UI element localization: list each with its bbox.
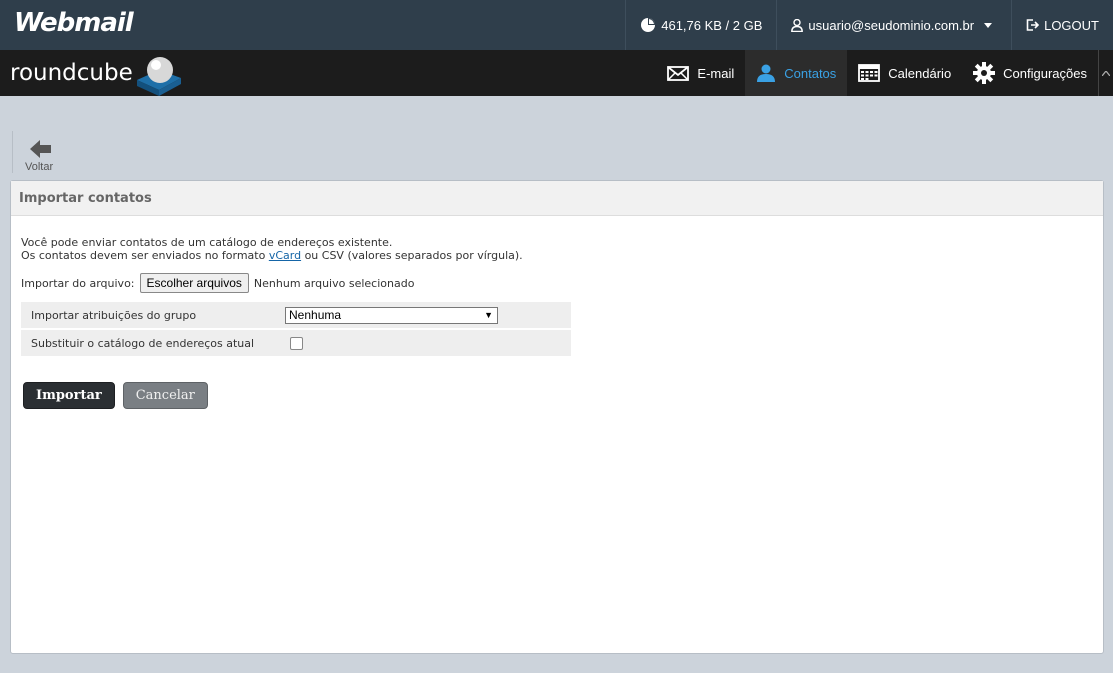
user-email: usuario@seudominio.com.br: [808, 17, 975, 33]
calendar-icon: [858, 64, 881, 82]
envelope-icon: [667, 65, 690, 81]
nav-settings[interactable]: Configurações: [962, 50, 1098, 96]
file-status: Nenhum arquivo selecionado: [253, 276, 415, 290]
import-button[interactable]: Importar: [23, 382, 115, 409]
nav-email-label: E-mail: [697, 65, 735, 81]
nav-settings-label: Configurações: [1003, 65, 1087, 81]
group-assignment-label: Importar atribuições do grupo: [31, 308, 197, 322]
logout-label: LOGOUT: [1044, 17, 1099, 33]
nav-items: E-mail Contatos Calendário Configurações: [656, 50, 1113, 96]
file-row: Importar do arquivo: Escolher arquivos N…: [21, 273, 414, 293]
logout-icon: [1026, 19, 1040, 31]
description-line-1: Você pode enviar contatos de um catálogo…: [21, 236, 393, 249]
quota-indicator: 461,76 KB / 2 GB: [625, 0, 776, 50]
person-icon: [757, 64, 776, 82]
group-assignment-select[interactable]: Nenhuma ▼: [285, 306, 498, 324]
form-buttons: Importar Cancelar: [23, 382, 208, 409]
choose-file-button[interactable]: Escolher arquivos: [139, 273, 249, 293]
import-panel: Importar contatos Você pode enviar conta…: [10, 180, 1104, 654]
group-assignment-row: Importar atribuições do grupo Nenhuma ▼: [21, 302, 571, 328]
file-label: Importar do arquivo:: [21, 276, 135, 290]
user-icon: [791, 18, 804, 32]
group-assignment-value: Nenhuma: [289, 308, 342, 322]
nav-contacts[interactable]: Contatos: [745, 50, 848, 96]
import-description: Você pode enviar contatos de um catálogo…: [21, 236, 523, 262]
replace-addressbook-row: Substituir o catálogo de endereços atual: [21, 330, 571, 356]
top-bar-right: 461,76 KB / 2 GB usuario@seudominio.com.…: [625, 0, 1113, 50]
nav-calendar-label: Calendário: [888, 65, 952, 81]
nav-collapse-toggle[interactable]: [1098, 50, 1113, 96]
description-text-pre: Os contatos devem ser enviados no format…: [21, 249, 269, 262]
logout-button[interactable]: LOGOUT: [1011, 0, 1113, 50]
nav-email[interactable]: E-mail: [656, 50, 745, 96]
panel-title: Importar contatos: [11, 181, 1103, 216]
gear-icon: [973, 62, 996, 84]
back-label: Voltar: [25, 161, 54, 173]
quota-text: 461,76 KB / 2 GB: [661, 17, 763, 33]
select-arrow-icon: ▼: [484, 310, 493, 320]
roundcube-logo-text: roundcube: [10, 60, 133, 86]
replace-addressbook-label: Substituir o catálogo de endereços atual: [31, 336, 255, 350]
pie-chart-icon: [641, 18, 656, 32]
roundcube-logo[interactable]: roundcube: [10, 50, 185, 96]
roundcube-box-icon: [136, 57, 181, 96]
top-bar: Webmail 461,76 KB / 2 GB usuario@seudomi…: [0, 0, 1113, 50]
chevron-up-icon: [1102, 70, 1110, 76]
user-menu[interactable]: usuario@seudominio.com.br: [776, 0, 1011, 50]
back-button[interactable]: Voltar: [12, 131, 57, 173]
caret-down-icon: [984, 22, 993, 28]
main-nav: roundcube E-mail Contatos Calendário Con…: [0, 50, 1113, 96]
nav-calendar[interactable]: Calendário: [847, 50, 962, 96]
nav-contacts-label: Contatos: [784, 65, 837, 81]
vcard-link[interactable]: vCard: [269, 249, 301, 262]
arrow-left-icon: [30, 140, 51, 158]
replace-addressbook-checkbox[interactable]: [290, 336, 303, 350]
description-text-post: ou CSV (valores separados por vírgula).: [301, 249, 523, 262]
cancel-button[interactable]: Cancelar: [122, 382, 208, 409]
description-line-2: Os contatos devem ser enviados no format…: [21, 249, 523, 262]
options-table: Importar atribuições do grupo Nenhuma ▼ …: [21, 302, 571, 358]
webmail-logo: Webmail: [14, 8, 134, 38]
